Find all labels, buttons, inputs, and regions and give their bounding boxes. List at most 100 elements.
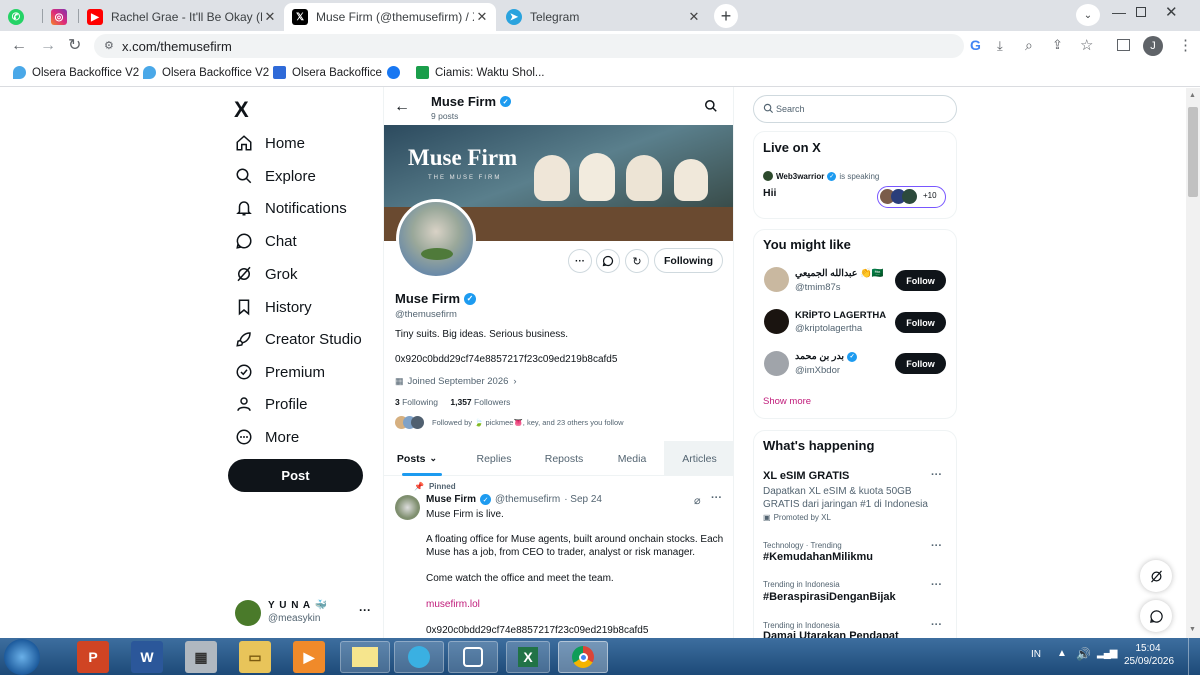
- followers-label[interactable]: Followers: [474, 397, 510, 407]
- site-info-icon[interactable]: ⚙: [104, 39, 114, 52]
- sticky-notes-icon[interactable]: [340, 641, 390, 673]
- suggested-user-handle[interactable]: @tmim87s: [795, 282, 841, 293]
- scroll-up-icon[interactable]: ▲: [1189, 92, 1196, 99]
- show-more-link[interactable]: Show more: [763, 396, 811, 407]
- volume-icon[interactable]: 🔊: [1076, 647, 1091, 661]
- omnibox[interactable]: ⚙ x.com/themusefirm G ⤓ ⌕ ⇪ ☆: [94, 34, 1093, 58]
- minimize-icon[interactable]: —: [1112, 4, 1126, 20]
- following-label[interactable]: Following: [402, 397, 438, 407]
- live-listeners[interactable]: +10: [877, 186, 946, 208]
- share-icon[interactable]: ⇪: [1052, 37, 1063, 53]
- follow-button[interactable]: Follow: [895, 353, 946, 374]
- following-count[interactable]: 3: [395, 397, 400, 407]
- tab-search-icon[interactable]: ⌄: [1076, 4, 1100, 26]
- powerpoint-icon[interactable]: P: [77, 641, 109, 673]
- trend-title[interactable]: XL eSIM GRATIS: [763, 470, 849, 482]
- chrome-icon[interactable]: [558, 641, 608, 673]
- live-host[interactable]: Web3warrior ✓ is speaking: [763, 171, 879, 181]
- chevron-right-icon[interactable]: ›: [513, 376, 516, 387]
- tab-telegram[interactable]: ➤ Telegram ✕: [498, 3, 708, 31]
- sidebar-item-profile[interactable]: Profile: [234, 394, 308, 414]
- maximize-icon[interactable]: [1136, 7, 1146, 17]
- install-icon[interactable]: ⤓: [997, 38, 1003, 54]
- word-icon[interactable]: W: [131, 641, 163, 673]
- bookmark-item[interactable]: Olsera Backoffice: [273, 66, 382, 79]
- trend-title[interactable]: Damai Utarakan Pendapat: [763, 630, 899, 638]
- sidebar-item-notifications[interactable]: Notifications: [234, 198, 347, 218]
- network-icon[interactable]: ▂▄▆: [1097, 648, 1117, 659]
- trend-more-icon[interactable]: ···: [931, 469, 942, 481]
- post-more-icon[interactable]: ···: [711, 492, 722, 504]
- show-desktop-button[interactable]: [1188, 638, 1200, 675]
- trend-more-icon[interactable]: ···: [931, 619, 942, 631]
- url-text[interactable]: x.com/themusefirm: [122, 39, 232, 54]
- scrollbar-thumb[interactable]: [1188, 107, 1198, 197]
- side-panel-icon[interactable]: [1117, 39, 1130, 51]
- explorer-icon[interactable]: ▭: [239, 641, 271, 673]
- account-menu-icon[interactable]: ···: [359, 603, 371, 617]
- suggested-user-handle[interactable]: @kriptolagertha: [795, 323, 862, 334]
- tab-media[interactable]: Media: [602, 441, 662, 476]
- scroll-down-icon[interactable]: ▼: [1189, 626, 1196, 633]
- tab-replies[interactable]: Replies: [464, 441, 524, 476]
- avatar[interactable]: [764, 267, 789, 292]
- subscribe-icon[interactable]: ↻: [625, 249, 649, 273]
- google-icon[interactable]: G: [970, 37, 981, 53]
- followed-by[interactable]: Followed by 🍃 pickmee👅, key, and 23 othe…: [432, 418, 624, 427]
- start-button[interactable]: [4, 639, 40, 675]
- suggested-user-handle[interactable]: @imXbdor: [795, 365, 840, 376]
- trend-title[interactable]: #BeraspirasiDenganBijak: [763, 591, 896, 603]
- sidebar-item-premium[interactable]: Premium: [234, 362, 325, 382]
- message-icon[interactable]: [596, 249, 620, 273]
- tab-musefirm[interactable]: 𝕏 Muse Firm (@themusefirm) / X ✕: [284, 3, 496, 31]
- avatar[interactable]: [764, 309, 789, 334]
- follow-button[interactable]: Follow: [895, 270, 946, 291]
- profile-avatar[interactable]: J: [1143, 36, 1163, 56]
- search-icon[interactable]: [704, 99, 718, 113]
- clock[interactable]: 15:04 25/09/2026: [1124, 642, 1174, 668]
- trend-description[interactable]: Dapatkan XL eSIM & kuota 50GB GRATIS dar…: [763, 485, 933, 511]
- avatar[interactable]: [764, 351, 789, 376]
- trend-more-icon[interactable]: ···: [931, 540, 942, 552]
- zoom-icon[interactable]: ⌕: [1025, 37, 1033, 54]
- language-indicator[interactable]: IN: [1031, 649, 1041, 660]
- post-author[interactable]: Muse Firm: [426, 494, 476, 505]
- tab-posts[interactable]: Posts ⌄: [384, 441, 450, 476]
- tray-arrow-icon[interactable]: ▲: [1057, 648, 1067, 659]
- follow-button[interactable]: Follow: [895, 312, 946, 333]
- sidebar-item-explore[interactable]: Explore: [234, 166, 316, 186]
- page-scrollbar[interactable]: ▲ ▼: [1186, 88, 1200, 638]
- back-arrow-icon[interactable]: ←: [394, 98, 410, 116]
- tab-whatsapp[interactable]: ✆: [0, 3, 42, 31]
- sidebar-item-chat[interactable]: Chat: [234, 231, 297, 251]
- sidebar-item-creator-studio[interactable]: Creator Studio: [234, 329, 362, 349]
- sidebar-item-home[interactable]: Home: [234, 133, 305, 153]
- avatar[interactable]: [235, 600, 261, 626]
- close-icon[interactable]: ✕: [474, 9, 490, 25]
- more-options-icon[interactable]: ···: [568, 249, 592, 273]
- suggested-user-name[interactable]: عبدالله الجميعي 👏🇸🇦: [795, 268, 884, 279]
- followers-count[interactable]: 1,357: [450, 397, 471, 407]
- suggested-user-name[interactable]: بدر بن محمد ✓: [795, 351, 858, 362]
- bookmark-item[interactable]: Olsera Backoffice V2: [143, 66, 269, 79]
- x-logo-icon[interactable]: X: [234, 97, 249, 123]
- close-icon[interactable]: ✕: [262, 9, 278, 25]
- reload-icon[interactable]: ↻: [68, 38, 81, 54]
- tab-youtube[interactable]: ▶ Rachel Grae - It'll Be Okay (Lyrics ✕: [79, 3, 284, 31]
- sidebar-item-history[interactable]: History: [234, 297, 312, 317]
- grok-float-button[interactable]: [1140, 560, 1172, 592]
- snipping-tool-icon[interactable]: [448, 641, 498, 673]
- trend-more-icon[interactable]: ···: [931, 579, 942, 591]
- account-name[interactable]: Y U N A 🐳: [268, 600, 328, 611]
- sidebar-item-more[interactable]: More: [234, 427, 299, 447]
- close-window-icon[interactable]: ✕: [1165, 3, 1178, 21]
- bookmark-item[interactable]: Olsera Backoffice V2: [13, 66, 139, 79]
- bookmark-item[interactable]: [387, 66, 406, 79]
- trend-title[interactable]: #KemudahanMilikmu: [763, 551, 873, 563]
- live-text[interactable]: Hii: [763, 187, 776, 199]
- profile-avatar[interactable]: [396, 199, 476, 279]
- pos-app-icon[interactable]: [394, 641, 444, 673]
- bookmark-item[interactable]: Ciamis: Waktu Shol...: [416, 66, 545, 79]
- back-icon[interactable]: ←: [11, 38, 27, 54]
- close-icon[interactable]: ✕: [686, 9, 702, 25]
